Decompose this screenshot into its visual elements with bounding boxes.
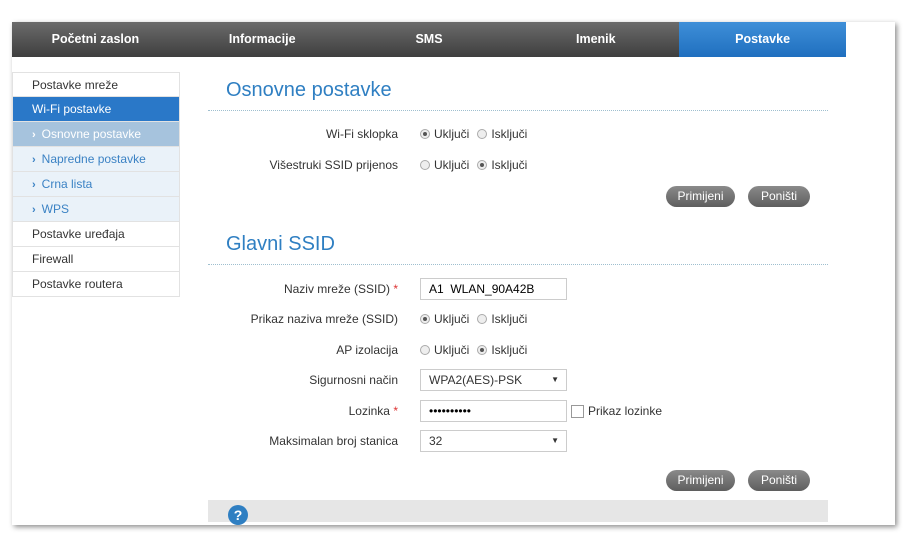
sidebar-item[interactable]: › Osnovne postavke bbox=[12, 122, 180, 147]
cancel-button-basic[interactable]: Poništi bbox=[748, 186, 810, 207]
password-row: Lozinka * Prikaz lozinke bbox=[208, 399, 828, 423]
radio-off[interactable]: Isključi bbox=[477, 312, 527, 326]
radio-off[interactable]: Isključi bbox=[477, 127, 527, 141]
security-row: Sigurnosni način WPA2(AES)-PSK ▼ bbox=[208, 368, 828, 392]
wifi-switch-row: Wi-Fi sklopka Uključi Isključi bbox=[208, 122, 828, 146]
sidebar-item[interactable]: › Crna lista bbox=[12, 172, 180, 197]
radio-label: Isključi bbox=[491, 312, 528, 326]
radio-label: Isključi bbox=[491, 127, 528, 141]
radio-button-icon[interactable] bbox=[420, 129, 430, 139]
radio-label: Uključi bbox=[434, 158, 470, 172]
radio-off[interactable]: Isključi bbox=[477, 343, 527, 357]
top-nav: Početni zaslon Informacije SMS Imenik Postav… bbox=[12, 22, 846, 57]
ssid-name-input[interactable] bbox=[420, 278, 567, 300]
sidebar-item-label: Osnovne postavke bbox=[41, 127, 142, 141]
security-label: Sigurnosni način bbox=[309, 373, 398, 387]
sidebar-item-label: Crna lista bbox=[41, 177, 93, 191]
max-stations-row: Maksimalan broj stanica 32 ▼ bbox=[208, 429, 828, 453]
radio-button-icon[interactable] bbox=[477, 129, 488, 139]
tab-2[interactable]: SMS bbox=[346, 22, 513, 57]
sidebar-item[interactable]: › Napredne postavke bbox=[12, 147, 180, 172]
max-stations-select[interactable]: 32 ▼ bbox=[420, 430, 567, 452]
radio-button-icon[interactable] bbox=[477, 160, 488, 170]
tab-1[interactable]: Informacije bbox=[179, 22, 346, 57]
sidebar-item[interactable]: Wi-Fi postavke bbox=[12, 97, 180, 122]
section-title-basic: Osnovne postavke bbox=[226, 79, 392, 101]
ssid-name-label: Naziv mreže (SSID) * bbox=[283, 282, 398, 296]
sidebar-item[interactable]: Firewall bbox=[12, 247, 180, 272]
ssid-broadcast-row: Prikaz naziva mreže (SSID) Uključi Isklju… bbox=[208, 307, 828, 331]
sidebar-item-label: Postavke uređaja bbox=[32, 227, 125, 241]
sidebar-item-label: Wi-Fi postavke bbox=[32, 102, 112, 116]
radio-on[interactable]: Uključi bbox=[420, 158, 469, 172]
help-icon[interactable]: ? bbox=[228, 505, 248, 525]
ap-isolation-row: AP izolacija Uključi Isključi bbox=[208, 338, 828, 362]
sidebar-item[interactable]: Postavke mreže bbox=[12, 72, 180, 97]
apply-button-ssid[interactable]: Primijeni bbox=[666, 470, 735, 491]
radio-on[interactable]: Uključi bbox=[420, 343, 469, 357]
divider bbox=[208, 110, 828, 111]
ap-isolation-label: AP izolacija bbox=[336, 343, 398, 357]
chevron-right-icon: › bbox=[32, 129, 36, 141]
divider bbox=[208, 264, 828, 265]
ssid-broadcast-label: Prikaz naziva mreže (SSID) bbox=[250, 312, 398, 326]
sidebar-item-label: Postavke routera bbox=[32, 277, 123, 291]
ssid-name-row: Naziv mreže (SSID) * bbox=[208, 277, 828, 301]
multi-ssid-row: Višestruki SSID prijenos Uključi Isključi bbox=[208, 153, 828, 177]
tab-3[interactable]: Imenik bbox=[512, 22, 679, 57]
radio-label: Uključi bbox=[434, 127, 470, 141]
chevron-down-icon: ▼ bbox=[551, 375, 559, 384]
tab-4[interactable]: Postavke bbox=[679, 22, 846, 57]
sidebar-item-label: Postavke mreže bbox=[32, 78, 119, 92]
show-password-checkbox[interactable] bbox=[571, 404, 584, 418]
security-select[interactable]: WPA2(AES)-PSK ▼ bbox=[420, 369, 567, 391]
radio-label: Isključi bbox=[491, 158, 528, 172]
sidebar-item[interactable]: Postavke routera bbox=[12, 272, 180, 297]
chevron-right-icon: › bbox=[32, 204, 36, 216]
chevron-right-icon: › bbox=[32, 154, 36, 166]
tab-0[interactable]: Početni zaslon bbox=[12, 22, 179, 57]
radio-button-icon[interactable] bbox=[477, 345, 488, 355]
password-label: Lozinka * bbox=[348, 404, 398, 418]
multi-ssid-label: Višestruki SSID prijenos bbox=[269, 158, 399, 172]
apply-button-basic[interactable]: Primijeni bbox=[666, 186, 735, 207]
sidebar-item[interactable]: Postavke uređaja bbox=[12, 222, 180, 247]
help-bar: ? bbox=[208, 500, 828, 525]
radio-on[interactable]: Uključi bbox=[420, 312, 469, 326]
chevron-right-icon: › bbox=[32, 179, 36, 191]
radio-button-icon[interactable] bbox=[477, 314, 488, 324]
radio-on[interactable]: Uključi bbox=[420, 127, 469, 141]
radio-label: Isključi bbox=[491, 343, 528, 357]
max-stations-label: Maksimalan broj stanica bbox=[269, 434, 398, 448]
sidebar-item[interactable]: › WPS bbox=[12, 197, 180, 222]
cancel-button-ssid[interactable]: Poništi bbox=[748, 470, 810, 491]
password-input[interactable] bbox=[420, 400, 567, 422]
radio-button-icon[interactable] bbox=[420, 160, 430, 170]
section-title-ssid: Glavni SSID bbox=[226, 233, 335, 255]
sidebar-item-label: Napredne postavke bbox=[41, 152, 146, 166]
sidebar-item-label: Firewall bbox=[32, 252, 74, 266]
sidebar-item-label: WPS bbox=[41, 202, 70, 216]
sidebar: Postavke mreže Wi-Fi postavke › Osnovne pos… bbox=[12, 72, 180, 297]
radio-label: Uključi bbox=[434, 343, 470, 357]
radio-off[interactable]: Isključi bbox=[477, 158, 527, 172]
show-password-label[interactable]: Prikaz lozinke bbox=[588, 404, 662, 418]
wifi-switch-label: Wi-Fi sklopka bbox=[325, 127, 398, 141]
chevron-down-icon: ▼ bbox=[551, 436, 559, 445]
radio-button-icon[interactable] bbox=[420, 314, 430, 324]
radio-button-icon[interactable] bbox=[420, 345, 430, 355]
radio-label: Uključi bbox=[434, 312, 470, 326]
